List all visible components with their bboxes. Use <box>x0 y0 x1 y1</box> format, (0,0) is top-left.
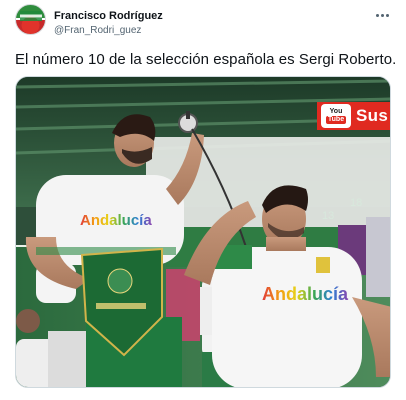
tweet-media-photo[interactable]: 13 18 Andalucía Andalucía You Tube Sus <box>15 76 391 388</box>
youtube-logo-you: You <box>329 108 343 115</box>
shirt-text-player-one: Andalucía <box>80 212 152 229</box>
avatar-flag-image <box>20 11 42 21</box>
youtube-logo: You Tube <box>321 104 351 128</box>
locker-number-18: 18 <box>350 197 362 209</box>
locker-number-13: 13 <box>322 210 334 222</box>
author-avatar[interactable] <box>15 4 46 35</box>
author-handle[interactable]: @Fran_Rodri_guez <box>54 25 141 36</box>
tweet-text: El número 10 de la selección española es… <box>15 51 397 68</box>
youtube-logo-tube: Tube <box>325 116 347 124</box>
youtube-subscribe-text: Sus <box>356 106 389 125</box>
shirt-text-player-two: Andalucía <box>262 284 349 304</box>
tweet-card: Francisco Rodríguez @Fran_Rodri_guez El … <box>0 0 406 400</box>
youtube-subscribe-badge: You Tube Sus <box>317 102 390 130</box>
author-display-name[interactable]: Francisco Rodríguez <box>54 10 163 22</box>
more-horizontal-icon[interactable] <box>373 6 391 24</box>
